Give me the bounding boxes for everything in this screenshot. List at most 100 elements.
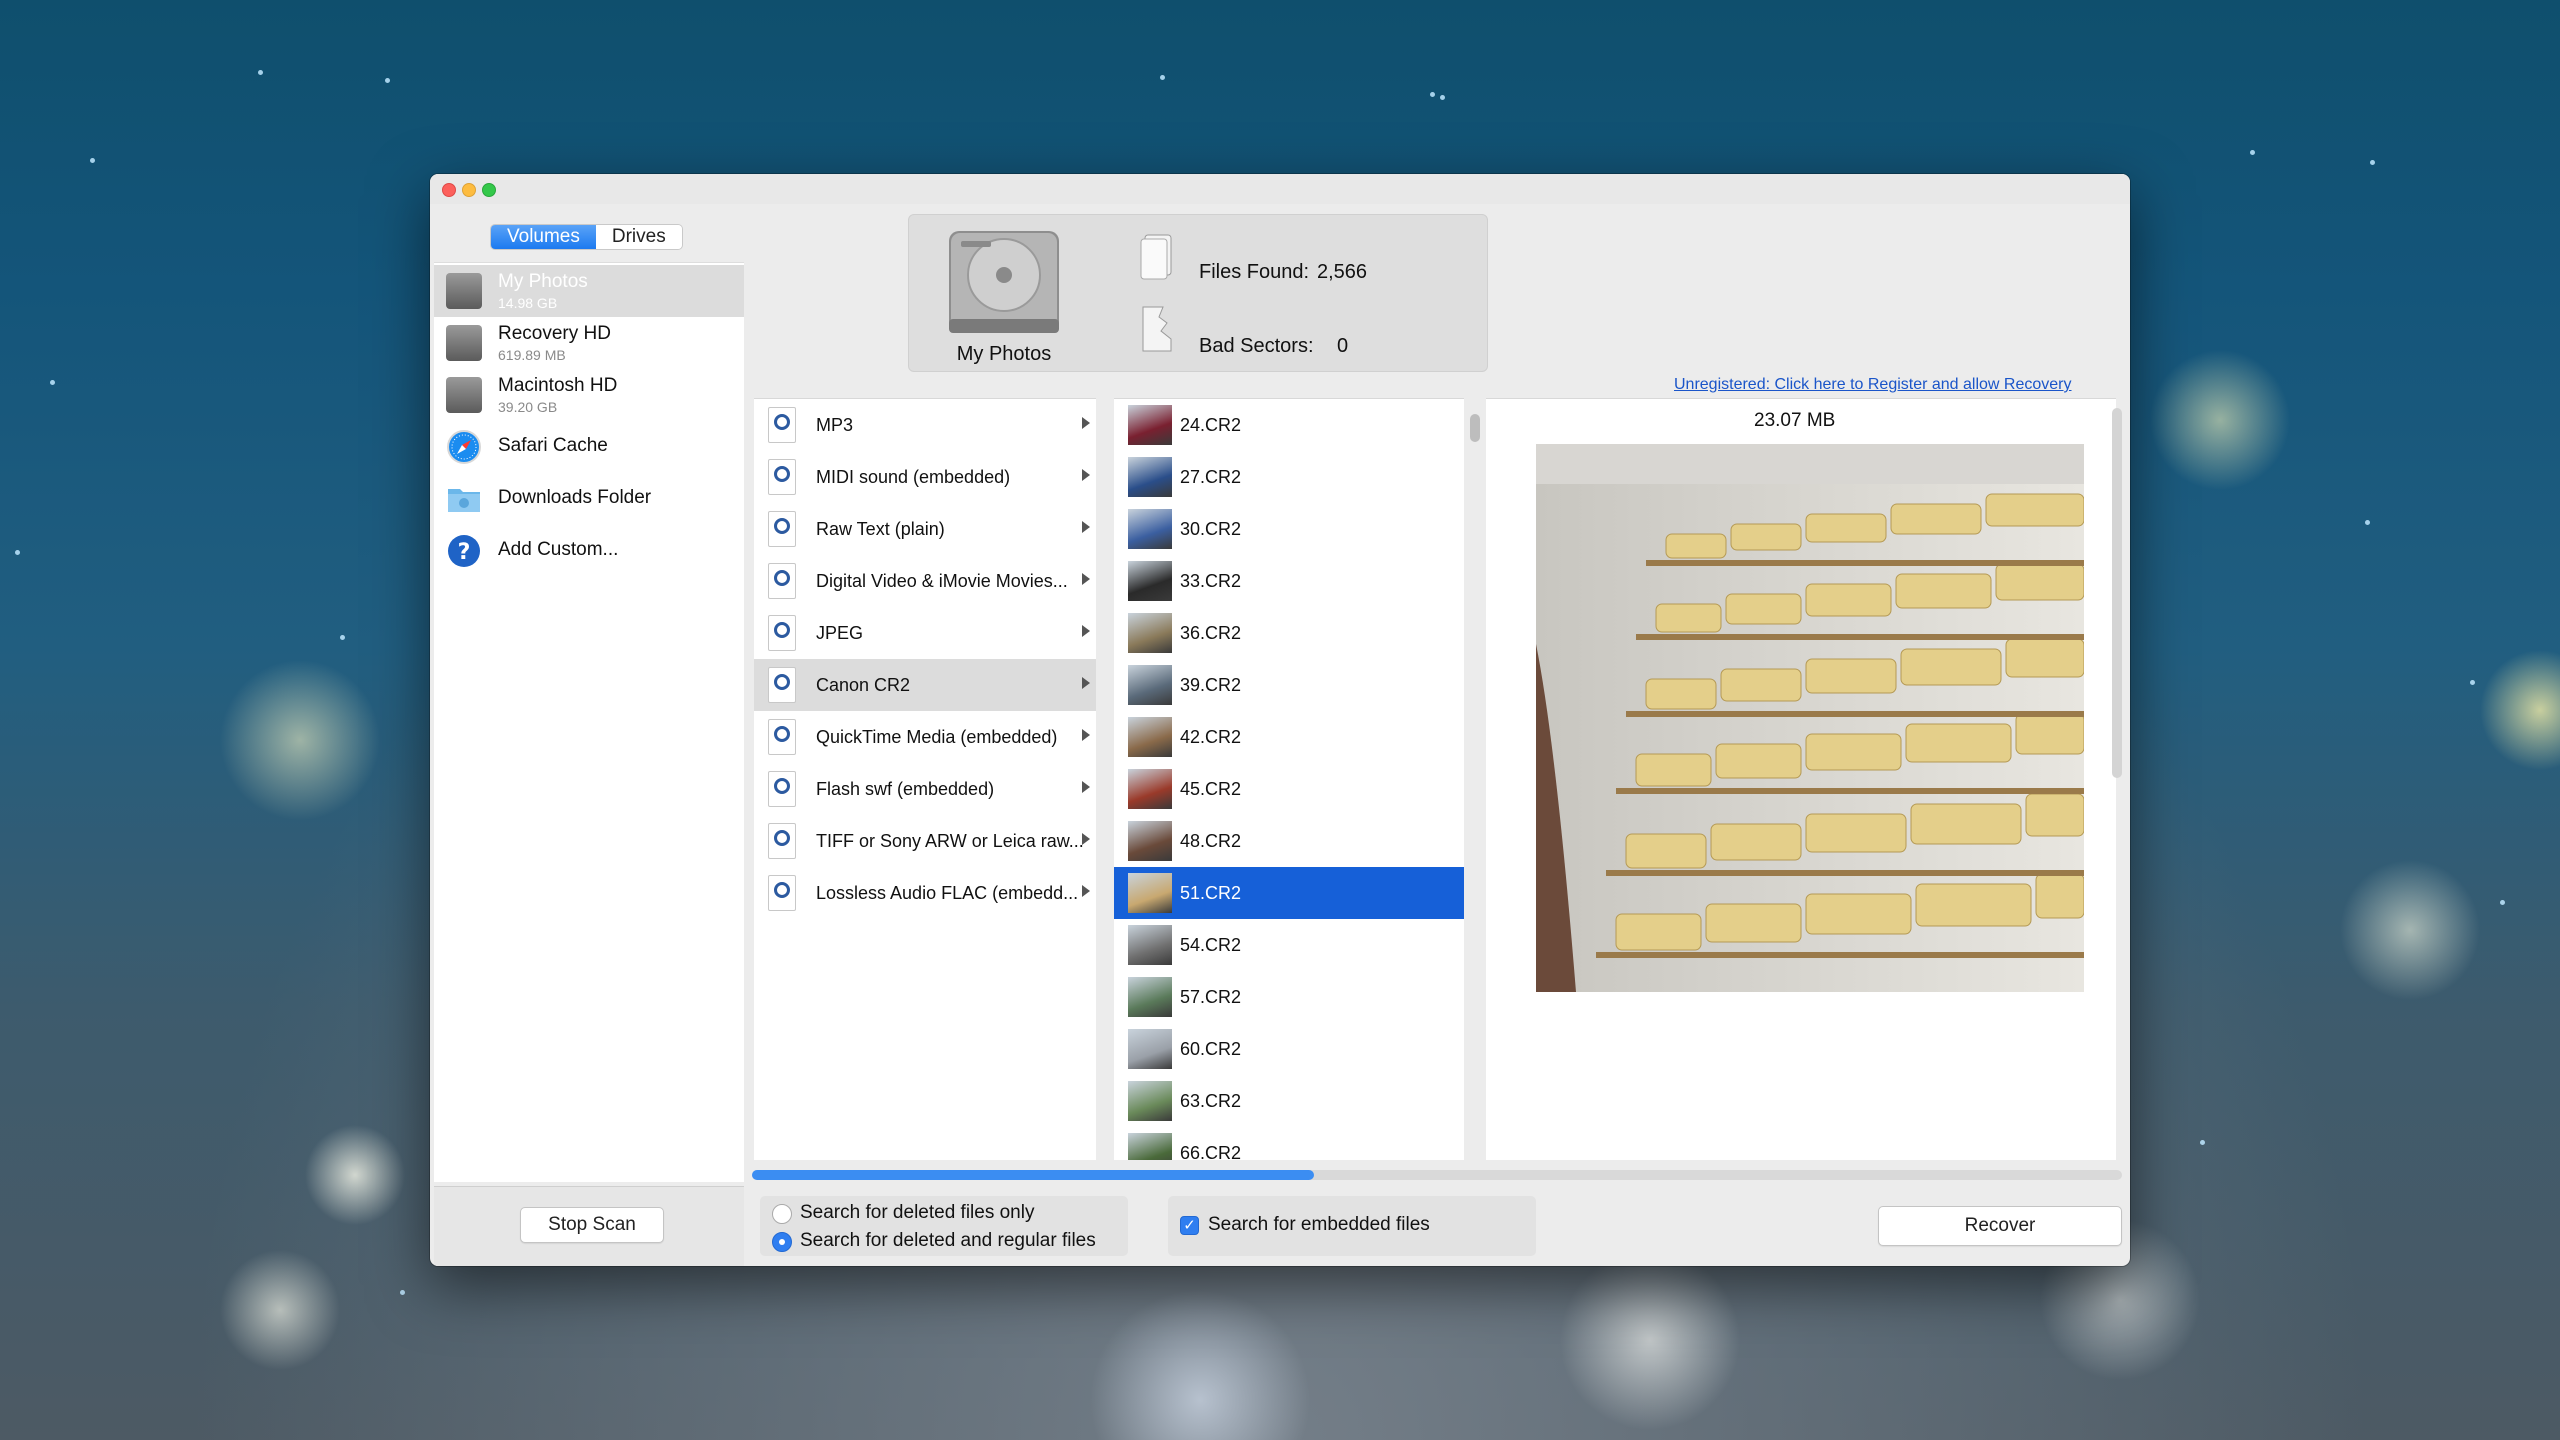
hard-drive-icon xyxy=(949,231,1059,333)
file-type-item[interactable]: QuickTime Media (embedded) xyxy=(754,711,1096,763)
file-type-item[interactable]: Canon CR2 xyxy=(754,659,1096,711)
tab-volumes[interactable]: Volumes xyxy=(491,225,596,249)
file-list: 24.CR2 27.CR2 30.CR2 33.CR2 36.CR2 39.CR2 42.C… xyxy=(1114,398,1464,1160)
file-list-item[interactable]: 36.CR2 xyxy=(1114,607,1464,659)
volume-sidebar: My Photos 14.98 GB Recovery HD 619.89 MB… xyxy=(434,262,744,1182)
file-type-icon xyxy=(768,615,796,651)
file-name: 27.CR2 xyxy=(1180,467,1242,487)
deleted-only-radio[interactable] xyxy=(772,1204,792,1224)
file-thumbnail xyxy=(1128,717,1172,757)
deleted-regular-radio[interactable] xyxy=(772,1232,792,1252)
file-list-item[interactable]: 42.CR2 xyxy=(1114,711,1464,763)
file-list-item[interactable]: 57.CR2 xyxy=(1114,971,1464,1023)
file-name: 51.CR2 xyxy=(1180,883,1242,903)
file-type-item[interactable]: Raw Text (plain) xyxy=(754,503,1096,555)
register-link[interactable]: Unregistered: Click here to Register and… xyxy=(1674,376,2072,394)
file-name: 60.CR2 xyxy=(1180,1039,1242,1059)
file-list-item[interactable]: 63.CR2 xyxy=(1114,1075,1464,1127)
file-name: 39.CR2 xyxy=(1180,675,1242,695)
sidebar-item-downloads-folder[interactable]: Downloads Folder xyxy=(434,473,744,525)
sidebar-item-recovery-hd[interactable]: Recovery HD 619.89 MB xyxy=(434,317,744,369)
tab-drives[interactable]: Drives xyxy=(595,225,682,249)
quicktime-badge-icon xyxy=(774,830,790,846)
file-list-scrollbar[interactable] xyxy=(1470,414,1480,442)
file-type-label: Raw Text (plain) xyxy=(816,519,945,539)
file-type-icon xyxy=(768,823,796,859)
file-type-item[interactable]: JPEG xyxy=(754,607,1096,659)
file-list-item[interactable]: 54.CR2 xyxy=(1114,919,1464,971)
embedded-option-group: ✓ Search for embedded files xyxy=(1168,1196,1536,1256)
bad-sectors-label: Bad Sectors: xyxy=(1199,335,1314,357)
file-list-item[interactable]: 33.CR2 xyxy=(1114,555,1464,607)
search-mode-group: Search for deleted files only Search for… xyxy=(760,1196,1128,1256)
file-name: 48.CR2 xyxy=(1180,831,1242,851)
file-name: 36.CR2 xyxy=(1180,623,1242,643)
app-window: Volumes Drives My Photos 14.98 GB Recove… xyxy=(430,174,2130,1266)
minimize-window-button[interactable] xyxy=(462,183,476,197)
bad-sectors-value: 0 xyxy=(1337,335,1349,357)
file-name: 45.CR2 xyxy=(1180,779,1242,799)
file-type-item[interactable]: MP3 xyxy=(754,399,1096,451)
svg-text:?: ? xyxy=(458,540,471,565)
file-list-item[interactable]: 48.CR2 xyxy=(1114,815,1464,867)
stop-scan-button[interactable]: Stop Scan xyxy=(520,1207,664,1243)
file-list-item[interactable]: 27.CR2 xyxy=(1114,451,1464,503)
file-thumbnail xyxy=(1128,925,1172,965)
preview-scrollbar[interactable] xyxy=(2112,408,2122,778)
file-type-item[interactable]: MIDI sound (embedded) xyxy=(754,451,1096,503)
file-list-item[interactable]: 30.CR2 xyxy=(1114,503,1464,555)
file-thumbnail xyxy=(1128,873,1172,913)
safari-icon xyxy=(447,430,481,464)
embedded-checkbox[interactable]: ✓ xyxy=(1180,1216,1199,1235)
title-bar xyxy=(430,174,2130,204)
file-list-item[interactable]: 60.CR2 xyxy=(1114,1023,1464,1075)
file-type-label: Canon CR2 xyxy=(816,675,911,695)
file-type-item[interactable]: Lossless Audio FLAC (embedd... xyxy=(754,867,1096,919)
file-type-item[interactable]: TIFF or Sony ARW or Leica raw... xyxy=(754,815,1096,867)
file-type-label: JPEG xyxy=(816,623,864,643)
file-list-item[interactable]: 66.CR2 xyxy=(1114,1127,1464,1160)
file-thumbnail xyxy=(1128,457,1172,497)
preview-image xyxy=(1536,444,2084,992)
sidebar-item-label: Recovery HD xyxy=(498,323,611,344)
file-type-label: Digital Video & iMovie Movies... xyxy=(816,571,1068,591)
file-type-label: Flash swf (embedded) xyxy=(816,779,995,799)
embedded-label: Search for embedded files xyxy=(1208,1214,1430,1235)
volume-label: My Photos xyxy=(956,343,1052,365)
file-name: 66.CR2 xyxy=(1180,1143,1242,1160)
file-name: 57.CR2 xyxy=(1180,987,1242,1007)
recover-button[interactable]: Recover xyxy=(1878,1206,2122,1246)
sidebar-item-size: 39.20 GB xyxy=(498,399,558,415)
sidebar-item-add-custom[interactable]: ? Add Custom... xyxy=(434,525,744,577)
file-type-label: TIFF or Sony ARW or Leica raw... xyxy=(816,831,1084,851)
sidebar-item-safari-cache[interactable]: Safari Cache xyxy=(434,421,744,473)
file-list-item[interactable]: 45.CR2 xyxy=(1114,763,1464,815)
file-type-item[interactable]: Digital Video & iMovie Movies... xyxy=(754,555,1096,607)
sidebar-item-size: 14.98 GB xyxy=(498,295,558,311)
scan-progress-bar xyxy=(752,1170,2122,1180)
sidebar-item-label: Macintosh HD xyxy=(498,375,618,396)
file-name: 33.CR2 xyxy=(1180,571,1242,591)
file-type-label: MIDI sound (embedded) xyxy=(816,467,1011,487)
file-list-item[interactable]: 24.CR2 xyxy=(1114,399,1464,451)
sidebar-footer: Stop Scan xyxy=(434,1186,744,1266)
disclosure-arrow-icon xyxy=(1082,417,1090,429)
file-type-icon xyxy=(768,407,796,443)
file-name: 54.CR2 xyxy=(1180,935,1242,955)
file-type-icon xyxy=(768,563,796,599)
file-list-item[interactable]: 51.CR2 xyxy=(1114,867,1464,919)
disclosure-arrow-icon xyxy=(1082,833,1090,845)
file-list-item[interactable]: 39.CR2 xyxy=(1114,659,1464,711)
disclosure-arrow-icon xyxy=(1082,573,1090,585)
file-thumbnail xyxy=(1128,1029,1172,1069)
disclosure-arrow-icon xyxy=(1082,781,1090,793)
zoom-window-button[interactable] xyxy=(482,183,496,197)
quicktime-badge-icon xyxy=(774,882,790,898)
file-thumbnail xyxy=(1128,769,1172,809)
close-window-button[interactable] xyxy=(442,183,456,197)
sidebar-item-my-photos[interactable]: My Photos 14.98 GB xyxy=(434,265,744,317)
file-type-icon xyxy=(768,511,796,547)
quicktime-badge-icon xyxy=(774,466,790,482)
sidebar-item-macintosh-hd[interactable]: Macintosh HD 39.20 GB xyxy=(434,369,744,421)
file-type-item[interactable]: Flash swf (embedded) xyxy=(754,763,1096,815)
